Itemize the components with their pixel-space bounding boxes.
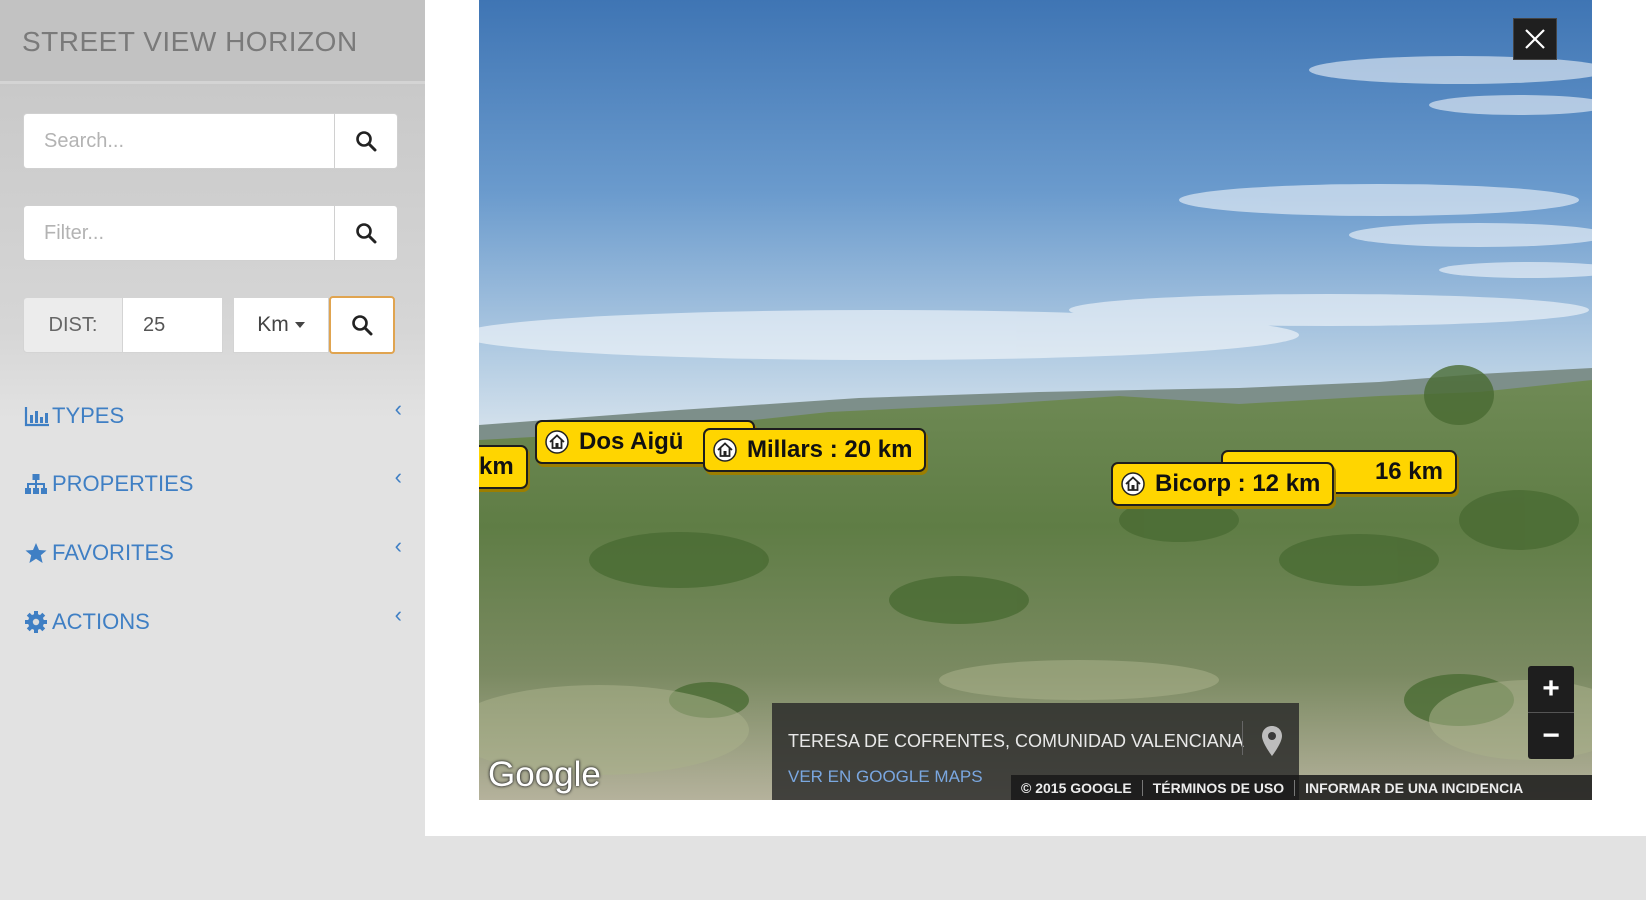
map-pin-icon[interactable] (1261, 725, 1283, 762)
search-icon (356, 223, 377, 244)
filter-input[interactable] (23, 205, 334, 261)
chevron-left-icon: ‹ (394, 602, 402, 627)
unit-value: Km (257, 313, 289, 336)
search-group (23, 113, 398, 169)
menu-label: TYPES (52, 403, 125, 428)
google-logo: Google (488, 755, 601, 794)
star-icon (24, 541, 50, 565)
zoom-in-button[interactable]: + (1528, 666, 1574, 712)
zoom-control: + − (1528, 666, 1574, 759)
filter-group (23, 205, 398, 261)
close-icon (1525, 29, 1545, 49)
location-text: TERESA DE COFRENTES, COMUNIDAD VALENCIAN… (788, 731, 1244, 751)
gear-icon (24, 610, 50, 634)
divider (1242, 721, 1243, 755)
app-header: STREET VIEW HORIZON (0, 0, 425, 84)
sitemap-icon (24, 472, 50, 496)
terms-link[interactable]: TÉRMINOS DE USO (1143, 779, 1296, 796)
menu-properties[interactable]: PROPERTIES ‹ (24, 464, 402, 504)
search-button[interactable] (334, 113, 398, 169)
sidebar: STREET VIEW HORIZON DIST: Km (0, 0, 425, 900)
marker-label: Millars : 20 km (747, 436, 913, 463)
menu-label: ACTIONS (52, 609, 150, 634)
marker-label: 16 km (1374, 458, 1443, 485)
copyright-text: © 2015 GOOGLE (1011, 779, 1143, 796)
home-icon (1121, 472, 1145, 496)
search-icon (352, 315, 373, 336)
chevron-left-icon: ‹ (394, 533, 402, 558)
marker-label: Dos Aigü (579, 428, 684, 455)
distance-input[interactable] (123, 297, 223, 353)
zoom-out-button[interactable]: − (1528, 713, 1574, 759)
google-maps-link[interactable]: VER EN GOOGLE MAPS (788, 767, 983, 787)
menu-actions[interactable]: ACTIONS ‹ (24, 602, 402, 642)
attribution-bar: © 2015 GOOGLE TÉRMINOS DE USO INFORMAR D… (1011, 775, 1592, 800)
chevron-left-icon: ‹ (394, 396, 402, 421)
menu-favorites[interactable]: FAVORITES ‹ (24, 533, 402, 573)
place-marker[interactable]: Bicorp : 12 km (1111, 462, 1335, 506)
home-icon (545, 430, 569, 454)
app-title: STREET VIEW HORIZON (22, 26, 358, 57)
distance-label: DIST: (23, 297, 123, 353)
chevron-left-icon: ‹ (394, 464, 402, 489)
marker-label: km (479, 453, 514, 480)
home-icon (713, 438, 737, 462)
distance-search-button[interactable] (329, 296, 395, 354)
close-button[interactable] (1513, 18, 1557, 60)
menu-types[interactable]: TYPES ‹ (24, 396, 402, 436)
search-icon (356, 131, 377, 152)
panorama-scene[interactable] (479, 0, 1592, 800)
place-marker[interactable]: km (479, 445, 528, 489)
marker-label: Bicorp : 12 km (1155, 470, 1321, 497)
street-view-panorama[interactable]: km Dos Aigü Millars : 20 km 16 km Bicorp… (479, 0, 1592, 800)
caret-down-icon (294, 322, 305, 328)
menu-label: FAVORITES (52, 540, 174, 565)
menu-label: PROPERTIES (52, 471, 194, 496)
distance-row: DIST: Km (23, 296, 395, 355)
filter-search-button[interactable] (334, 205, 398, 261)
unit-dropdown[interactable]: Km (233, 297, 329, 353)
search-input[interactable] (23, 113, 334, 169)
report-issue-link[interactable]: INFORMAR DE UNA INCIDENCIA (1295, 780, 1533, 796)
place-marker[interactable]: Millars : 20 km (703, 428, 927, 472)
bar-chart-icon (24, 404, 50, 428)
